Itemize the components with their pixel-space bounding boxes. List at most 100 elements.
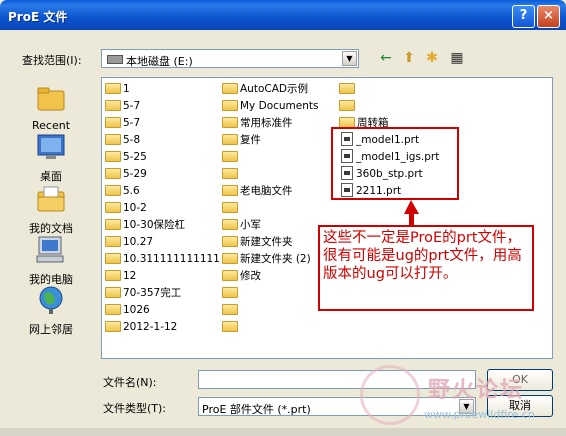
up-folder-icon[interactable]: ⬆ — [399, 49, 419, 68]
list-item[interactable]: 12 — [105, 268, 136, 284]
annotation-note: 这些不一定是ProE的prt文件，很有可能是ug的prt文件，用高版本的ug可以… — [318, 225, 534, 311]
place-my-documents[interactable]: 我的文档 — [14, 183, 88, 236]
list-item[interactable] — [222, 285, 240, 301]
item-label: My Documents — [240, 100, 319, 112]
help-button[interactable]: ? — [512, 5, 535, 28]
taskbar-strip — [0, 428, 566, 436]
list-item[interactable]: 10.311111111111 — [105, 251, 220, 267]
list-item[interactable]: 1026 — [105, 302, 150, 318]
folder-icon — [222, 184, 238, 196]
item-label: 新建文件夹 — [240, 236, 293, 248]
folder-icon — [222, 269, 238, 281]
item-label: 1026 — [123, 304, 150, 316]
list-item[interactable]: 5-8 — [105, 132, 140, 148]
network-globe-icon — [39, 286, 63, 314]
item-label: 5-8 — [123, 134, 141, 146]
item-label: 新建文件夹 (2) — [240, 253, 311, 265]
folder-icon — [105, 218, 121, 230]
folder-icon — [105, 286, 121, 298]
look-in-combo[interactable]: 本地磁盘 (E:) ▼ — [101, 49, 359, 68]
list-item[interactable]: 5-7 — [105, 98, 140, 114]
item-label: 10-2 — [123, 202, 147, 214]
close-button[interactable]: × — [537, 5, 560, 28]
item-label: 10.27 — [123, 236, 154, 248]
view-menu-icon[interactable]: ▦ — [447, 49, 467, 68]
place-recent[interactable]: Recent — [14, 82, 88, 132]
folder-icon — [105, 303, 121, 315]
folder-icon — [105, 320, 121, 332]
folder-icon — [222, 167, 238, 179]
folder-icon — [222, 82, 238, 94]
list-item[interactable]: 10-2 — [105, 200, 147, 216]
list-item[interactable] — [222, 149, 240, 165]
folder-icon — [105, 201, 121, 213]
folder-icon — [222, 150, 238, 162]
prt-files-highlight-box — [331, 127, 459, 200]
item-label: 5-7 — [123, 117, 141, 129]
list-item[interactable] — [222, 302, 240, 318]
place-my-computer[interactable]: 我的电脑 — [14, 234, 88, 287]
list-item[interactable]: My Documents — [222, 98, 318, 114]
list-item[interactable]: 常用标准件 — [222, 115, 293, 131]
list-item[interactable]: 修改 — [222, 268, 261, 284]
documents-folder-icon — [37, 186, 65, 212]
look-in-label: 查找范围(I): — [22, 54, 82, 67]
folder-icon — [105, 116, 121, 128]
list-item[interactable]: 70-357完工 — [105, 285, 181, 301]
file-list[interactable]: 1 5-7 5-7 5-8 5-25 5-29 5.6 10-2 10-30保险… — [101, 77, 553, 359]
chevron-down-icon[interactable]: ▼ — [342, 51, 357, 66]
item-label: 10-30保险杠 — [123, 219, 186, 231]
window-title: ProE 文件 — [8, 10, 68, 24]
back-icon[interactable]: ← — [376, 49, 396, 68]
list-item[interactable]: AutoCAD示例 — [222, 81, 308, 97]
computer-icon — [36, 236, 64, 263]
item-label: 常用标准件 — [240, 117, 293, 129]
list-item[interactable]: 5-25 — [105, 149, 147, 165]
folder-icon — [222, 235, 238, 247]
folder-icon — [105, 167, 121, 179]
folder-icon — [222, 303, 238, 315]
recent-folder-icon — [37, 87, 65, 111]
list-item[interactable]: 新建文件夹 — [222, 234, 293, 250]
list-item[interactable] — [339, 98, 357, 114]
list-item[interactable] — [339, 81, 357, 97]
list-item[interactable]: 5.6 — [105, 183, 140, 199]
folder-icon — [222, 252, 238, 264]
item-label: 修改 — [240, 270, 261, 282]
look-in-value: 本地磁盘 (E:) — [126, 55, 193, 68]
folder-icon — [222, 320, 238, 332]
drive-icon — [107, 55, 123, 64]
place-label: 桌面 — [40, 170, 62, 183]
item-label: 5-7 — [123, 100, 141, 112]
folder-icon — [105, 184, 121, 196]
watermark-text: 野火论坛 — [428, 378, 525, 403]
list-item[interactable] — [222, 319, 240, 335]
list-item[interactable] — [222, 166, 240, 182]
folder-icon — [222, 218, 238, 230]
list-item[interactable]: 5-29 — [105, 166, 147, 182]
folder-icon — [339, 116, 355, 128]
folder-icon — [105, 269, 121, 281]
filetype-label: 文件类型(T): — [103, 402, 167, 415]
list-item[interactable]: 10.27 — [105, 234, 153, 250]
item-label: 5-25 — [123, 151, 147, 163]
list-item[interactable]: 2012-1-12 — [105, 319, 177, 335]
filename-label: 文件名(N): — [103, 376, 157, 389]
item-label: 2012-1-12 — [123, 321, 178, 333]
watermark-logo — [360, 365, 420, 425]
item-label: 10.311111111111 — [123, 253, 220, 265]
list-item[interactable] — [222, 200, 240, 216]
folder-icon — [222, 286, 238, 298]
list-item[interactable]: 1 — [105, 81, 130, 97]
new-folder-icon[interactable]: ✱ — [422, 49, 442, 68]
list-item[interactable]: 新建文件夹 (2) — [222, 251, 311, 267]
place-desktop[interactable]: 桌面 — [14, 131, 88, 184]
place-network[interactable]: 网上邻居 — [14, 284, 88, 337]
list-item[interactable]: 小军 — [222, 217, 261, 233]
list-item[interactable]: 老电脑文件 — [222, 183, 293, 199]
list-item[interactable]: 10-30保险杠 — [105, 217, 185, 233]
list-item[interactable]: 5-7 — [105, 115, 140, 131]
item-label: 1 — [123, 83, 130, 95]
list-item[interactable]: 复件 — [222, 132, 261, 148]
folder-icon — [105, 133, 121, 145]
